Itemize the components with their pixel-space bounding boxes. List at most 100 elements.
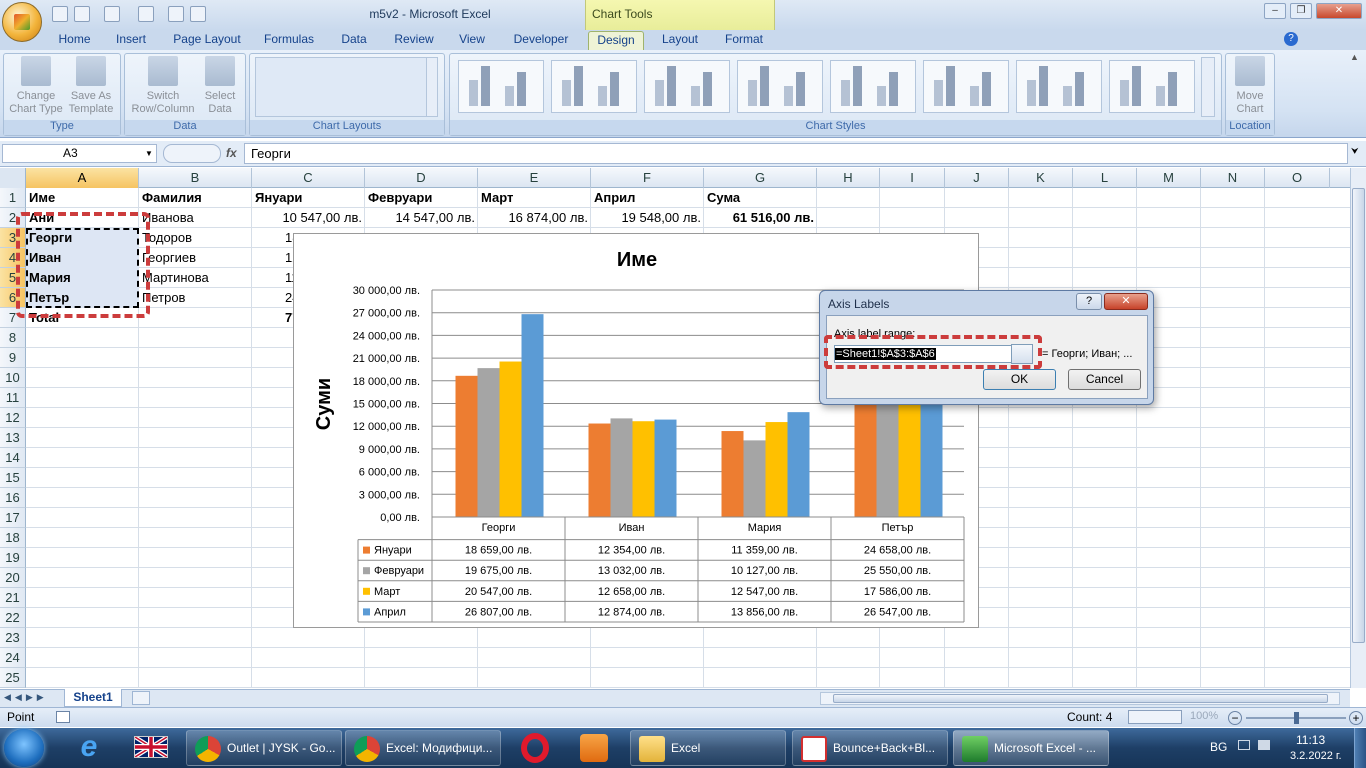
tab-page-layout[interactable]: Page Layout (168, 31, 246, 50)
row-header-13[interactable]: 13 (0, 428, 26, 448)
select-all-corner[interactable] (0, 168, 26, 188)
maximize-button[interactable]: ❐ (1290, 3, 1312, 19)
save-icon[interactable] (52, 6, 68, 22)
column-header-g[interactable]: G (704, 168, 817, 188)
network-icon[interactable] (1258, 740, 1270, 750)
row-header-14[interactable]: 14 (0, 448, 26, 468)
layouts-scroll[interactable] (426, 57, 438, 117)
tab-layout[interactable]: Layout (656, 31, 704, 50)
ribbon-collapse-icon[interactable]: ▲ (1350, 52, 1364, 62)
name-box[interactable]: A3 (2, 144, 157, 163)
vertical-scroll-thumb[interactable] (1352, 188, 1365, 643)
column-header-e[interactable]: E (478, 168, 591, 188)
row-header-12[interactable]: 12 (0, 408, 26, 428)
redo-icon[interactable] (104, 6, 120, 22)
tab-review[interactable]: Review (388, 31, 440, 50)
row-header-10[interactable]: 10 (0, 368, 26, 388)
cell-B1[interactable]: Фамилия (139, 188, 252, 208)
row-header-24[interactable]: 24 (0, 648, 26, 668)
print-preview-icon[interactable] (138, 6, 154, 22)
column-header-d[interactable]: D (365, 168, 478, 188)
dialog-help-button[interactable]: ? (1076, 293, 1102, 310)
insert-sheet-icon[interactable] (132, 691, 150, 705)
cell-D1[interactable]: Февруари (365, 188, 478, 208)
minimize-button[interactable]: – (1264, 3, 1286, 19)
column-header-b[interactable]: B (139, 168, 252, 188)
chart-style-option[interactable] (737, 60, 823, 113)
horizontal-scroll-thumb[interactable] (833, 694, 1328, 703)
uk-flag-icon[interactable] (133, 735, 169, 759)
row-header-11[interactable]: 11 (0, 388, 26, 408)
cell-E1[interactable]: Март (478, 188, 591, 208)
chart-style-option[interactable] (458, 60, 544, 113)
row-header-22[interactable]: 22 (0, 608, 26, 628)
column-header-m[interactable]: M (1137, 168, 1201, 188)
taskbar-chrome-jysk[interactable]: Outlet | JYSK - Go... (186, 730, 342, 766)
start-button[interactable] (4, 729, 44, 767)
ok-button[interactable]: OK (983, 369, 1056, 390)
column-header-k[interactable]: K (1009, 168, 1073, 188)
chart-layouts-gallery[interactable] (255, 57, 427, 117)
formula-input[interactable]: Георги (244, 143, 1348, 164)
office-button[interactable] (2, 2, 42, 42)
row-header-1[interactable]: 1 (0, 188, 26, 208)
column-header-a[interactable]: A (26, 168, 139, 188)
column-header-n[interactable]: N (1201, 168, 1265, 188)
cell-B5[interactable]: Мартинова (139, 268, 252, 288)
row-header-18[interactable]: 18 (0, 528, 26, 548)
tab-view[interactable]: View (452, 31, 492, 50)
close-button[interactable]: ✕ (1316, 3, 1362, 19)
clock-date[interactable]: 3.2.2022 г. (1290, 750, 1342, 762)
taskbar-folder-excel[interactable]: Excel (630, 730, 786, 766)
cell-B6[interactable]: Петров (139, 288, 252, 308)
cell-D2[interactable]: 14 547,00 лв. (365, 208, 478, 228)
tab-design[interactable]: Design (588, 31, 644, 50)
spelling-icon[interactable] (190, 6, 206, 22)
clock-time[interactable]: 11:13 (1296, 733, 1325, 747)
styles-scroll[interactable] (1201, 57, 1215, 117)
row-header-21[interactable]: 21 (0, 588, 26, 608)
chart-style-option[interactable] (830, 60, 916, 113)
row-header-19[interactable]: 19 (0, 548, 26, 568)
tab-data[interactable]: Data (334, 31, 374, 50)
tab-formulas[interactable]: Formulas (258, 31, 320, 50)
undo-icon[interactable] (74, 6, 90, 22)
row-header-23[interactable]: 23 (0, 628, 26, 648)
help-icon[interactable]: ? (1284, 32, 1298, 46)
cell-F2[interactable]: 19 548,00 лв. (591, 208, 704, 228)
row-header-16[interactable]: 16 (0, 488, 26, 508)
vertical-scrollbar[interactable] (1350, 168, 1366, 688)
cancel-button[interactable]: Cancel (1068, 369, 1141, 390)
sheet-tab-sheet1[interactable]: Sheet1 (64, 689, 122, 707)
internet-explorer-icon[interactable]: e (72, 732, 106, 764)
taskbar-excel-active[interactable]: Microsoft Excel - ... (953, 730, 1109, 766)
view-buttons[interactable] (1128, 710, 1182, 724)
column-header-h[interactable]: H (817, 168, 880, 188)
cell-C2[interactable]: 10 547,00 лв. (252, 208, 365, 228)
column-header-o[interactable]: O (1265, 168, 1330, 188)
zoom-in-icon[interactable]: + (1349, 711, 1363, 725)
row-header-8[interactable]: 8 (0, 328, 26, 348)
dialog-close-button[interactable]: ✕ (1104, 293, 1148, 310)
row-header-9[interactable]: 9 (0, 348, 26, 368)
cell-B2[interactable]: Иванова (139, 208, 252, 228)
cell-G1[interactable]: Сума (704, 188, 817, 208)
show-desktop-button[interactable] (1354, 728, 1366, 768)
taskbar-pdf[interactable]: Bounce+Back+Bl... (792, 730, 948, 766)
media-player-icon[interactable] (580, 734, 608, 762)
tab-home[interactable]: Home (52, 31, 97, 50)
chart-style-option[interactable] (551, 60, 637, 113)
language-indicator[interactable]: BG (1210, 740, 1227, 754)
tab-format[interactable]: Format (718, 31, 770, 50)
column-header-i[interactable]: I (880, 168, 945, 188)
row-header-25[interactable]: 25 (0, 668, 26, 688)
horizontal-scrollbar[interactable] (820, 692, 1340, 705)
cell-F1[interactable]: Април (591, 188, 704, 208)
cell-B3[interactable]: Тодоров (139, 228, 252, 248)
chart-style-option[interactable] (644, 60, 730, 113)
zoom-slider-thumb[interactable] (1294, 712, 1299, 724)
column-header-j[interactable]: J (945, 168, 1009, 188)
cell-A1[interactable]: Име (26, 188, 139, 208)
column-header-c[interactable]: C (252, 168, 365, 188)
zoom-level[interactable]: 100% (1190, 710, 1218, 722)
